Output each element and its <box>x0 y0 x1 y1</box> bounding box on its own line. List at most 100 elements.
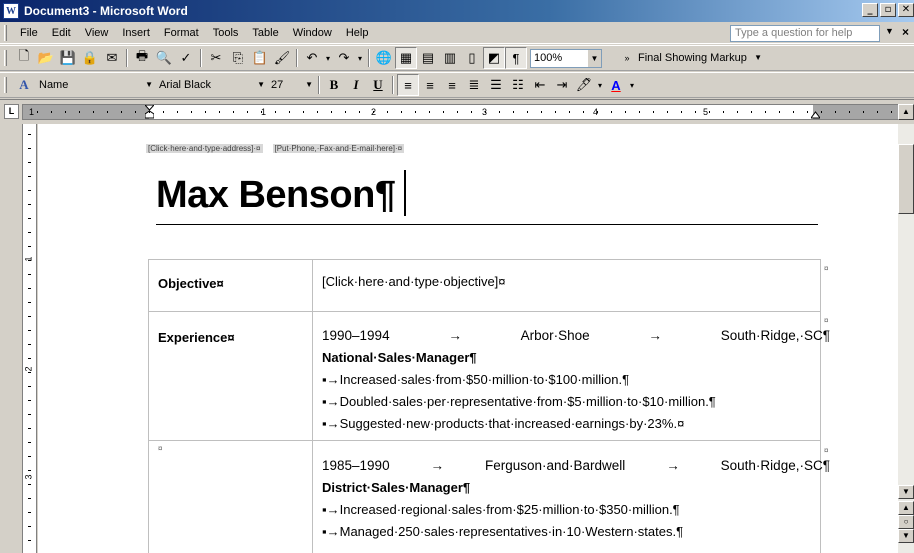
font-color-dropdown-icon[interactable]: ▾ <box>627 74 637 96</box>
menu-help[interactable]: Help <box>339 25 376 41</box>
style-select[interactable]: Name ▼ <box>35 76 155 95</box>
objective-field[interactable]: [Click·here·and·type·objective]¤ <box>322 274 506 289</box>
document-page[interactable]: [Click·here·and·type·address]·¤ [Put·Pho… <box>38 124 898 553</box>
split-box[interactable]: ▲ <box>898 104 914 120</box>
menu-edit[interactable]: Edit <box>45 25 78 41</box>
undo-icon[interactable]: ↶ <box>301 47 323 69</box>
job-location: South·Ridge,·SC¶ <box>720 328 830 343</box>
underline-button[interactable]: U <box>367 74 389 96</box>
menu-file[interactable]: File <box>13 25 45 41</box>
hyperlink-icon[interactable]: 🌐 <box>373 47 395 69</box>
section-label[interactable]: ¤ <box>158 444 162 453</box>
toolbar-grip[interactable] <box>4 77 7 93</box>
ruler-tick <box>877 111 878 113</box>
font-color-icon[interactable]: A <box>605 74 627 96</box>
scroll-thumb[interactable] <box>898 144 914 214</box>
redo-icon[interactable]: ↷ <box>333 47 355 69</box>
insert-table-icon[interactable]: ▤ <box>417 47 439 69</box>
save-icon[interactable]: 💾 <box>57 47 79 69</box>
bullets-icon[interactable]: ☷ <box>507 74 529 96</box>
font-size-select[interactable]: 27 ▼ <box>267 76 315 95</box>
numbering-icon[interactable]: ☰ <box>485 74 507 96</box>
menu-tools[interactable]: Tools <box>206 25 246 41</box>
restore-button[interactable]: ▫ <box>880 3 896 17</box>
minimize-button[interactable]: _ <box>862 3 878 17</box>
insert-excel-icon[interactable]: ▥ <box>439 47 461 69</box>
align-center-icon[interactable]: ≡ <box>419 74 441 96</box>
format-painter-icon[interactable]: 🖌 <box>271 47 293 69</box>
tab-selector-button[interactable]: L <box>4 104 19 119</box>
styles-formatting-icon[interactable]: A <box>13 74 35 96</box>
print-preview-icon[interactable]: 🔍 <box>153 47 175 69</box>
cut-icon[interactable]: ✂ <box>205 47 227 69</box>
previous-page-button[interactable]: ▲ <box>898 501 914 515</box>
spelling-icon[interactable]: ✓ <box>175 47 197 69</box>
decrease-indent-icon[interactable]: ⇤ <box>529 74 551 96</box>
tables-borders-icon[interactable]: ▦ <box>395 47 417 69</box>
undo-dropdown-icon[interactable]: ▾ <box>323 47 333 69</box>
tab-arrow: → <box>430 458 445 473</box>
menu-insert[interactable]: Insert <box>115 25 157 41</box>
resume-name-heading[interactable]: Max Benson¶ <box>156 174 396 217</box>
ruler-tick <box>835 111 836 113</box>
vertical-ruler[interactable]: 1 2 3 <box>22 124 37 553</box>
vruler-tick <box>28 414 31 415</box>
new-icon[interactable]: 🗋 <box>13 47 35 69</box>
menu-grip[interactable] <box>4 24 7 41</box>
document-close-button[interactable]: × <box>902 25 909 39</box>
justify-icon[interactable]: ≣ <box>463 74 485 96</box>
chevron-down-icon[interactable]: ▼ <box>754 53 762 62</box>
align-left-icon[interactable]: ≡ <box>397 74 419 96</box>
chevron-down-icon[interactable]: ▼ <box>587 49 601 67</box>
chevron-down-icon[interactable]: ▼ <box>257 80 265 89</box>
horizontal-ruler[interactable]: 1 1 2 3 4 5 <box>22 104 900 120</box>
highlight-icon[interactable]: 🖊 <box>573 74 595 96</box>
ruler-tick <box>205 111 206 113</box>
menu-window[interactable]: Window <box>286 25 339 41</box>
section-label[interactable]: Objective¤ <box>158 276 224 291</box>
show-formatting-icon[interactable]: ¶ <box>505 47 527 69</box>
ruler-tick <box>79 111 80 113</box>
redo-dropdown-icon[interactable]: ▾ <box>355 47 365 69</box>
zoom-select[interactable]: 100% ▼ <box>530 48 602 68</box>
menu-format[interactable]: Format <box>157 25 206 41</box>
columns-icon[interactable]: ▯ <box>461 47 483 69</box>
address-field[interactable]: [Click·here·and·type·address]·¤ <box>146 144 263 153</box>
menu-table[interactable]: Table <box>245 25 285 41</box>
browse-object-button[interactable]: ○ <box>898 515 914 529</box>
help-search-input[interactable]: Type a question for help <box>730 25 880 42</box>
permission-icon[interactable]: 🔒 <box>79 47 101 69</box>
next-page-button[interactable]: ▼ <box>898 529 914 543</box>
print-icon[interactable]: 🖶 <box>131 47 153 69</box>
scroll-down-button[interactable]: ▼ <box>898 485 914 499</box>
align-right-icon[interactable]: ≡ <box>441 74 463 96</box>
job-entry[interactable]: 1990–1994 → Arbor·Shoe → South·Ridge,·SC… <box>322 328 834 438</box>
chevron-down-icon[interactable]: ▼ <box>305 80 313 89</box>
ruler-tick <box>709 111 710 113</box>
separator <box>368 49 370 67</box>
highlight-dropdown-icon[interactable]: ▾ <box>595 74 605 96</box>
right-indent-marker[interactable] <box>810 105 821 119</box>
chevron-down-icon[interactable]: ▼ <box>145 80 153 89</box>
menu-view[interactable]: View <box>78 25 116 41</box>
toolbar-grip[interactable] <box>4 50 7 66</box>
increase-indent-icon[interactable]: ⇥ <box>551 74 573 96</box>
email-icon[interactable]: ✉ <box>101 47 123 69</box>
markup-display-select[interactable]: Final Showing Markup ▼ <box>634 49 764 68</box>
open-icon[interactable]: 📂 <box>35 47 57 69</box>
toolbar-options-icon[interactable]: » <box>620 47 634 69</box>
word-app-icon[interactable]: W <box>3 3 19 19</box>
bold-button[interactable]: B <box>323 74 345 96</box>
contact-info-field[interactable]: [Put·Phone,·Fax·and·E-mail·here]·¤ <box>272 144 405 153</box>
drawing-icon[interactable]: ◩ <box>483 47 505 69</box>
job-entry[interactable]: 1985–1990 → Ferguson·and·Bardwell → Sout… <box>322 458 834 546</box>
section-label[interactable]: Experience¤ <box>158 330 235 345</box>
ruler-number: 5 <box>703 107 709 117</box>
font-select[interactable]: Arial Black ▼ <box>155 76 267 95</box>
italic-button[interactable]: I <box>345 74 367 96</box>
help-dropdown-icon[interactable]: ▼ <box>885 26 894 36</box>
vertical-scrollbar[interactable]: ▼ ▲ ○ ▼ <box>898 124 914 553</box>
copy-icon[interactable]: ⎘ <box>227 47 249 69</box>
paste-icon[interactable]: 📋 <box>249 47 271 69</box>
close-button[interactable]: ✕ <box>898 3 914 17</box>
